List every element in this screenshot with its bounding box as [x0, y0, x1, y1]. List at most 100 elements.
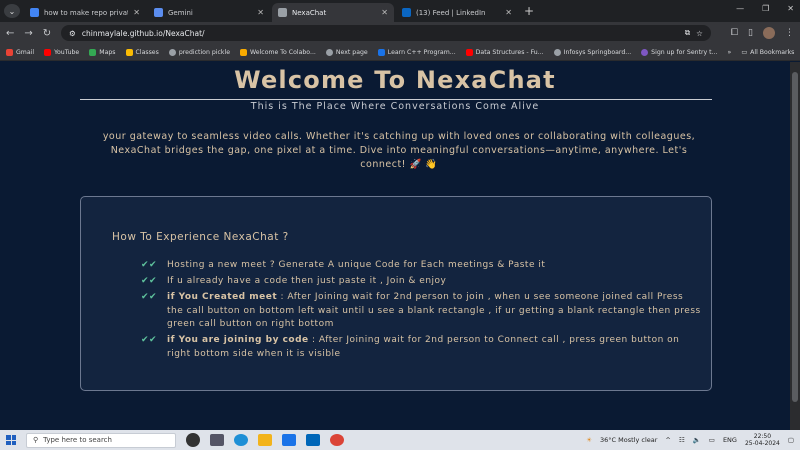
bookmark-colab[interactable]: Welcome To Colabo...	[240, 48, 316, 56]
list-item: ✔✔ Hosting a new meet ? Generate A uniqu…	[141, 259, 701, 273]
vscode-icon[interactable]	[306, 434, 320, 446]
bookmark-data-structures[interactable]: Data Structures - Fu...	[465, 48, 544, 56]
list-item: ✔✔ If u already have a code then just pa…	[141, 275, 701, 289]
bookmark-infosys[interactable]: Infosys Springboard...	[553, 48, 631, 56]
network-icon[interactable]: ☷	[679, 436, 685, 444]
weather-text[interactable]: 36°C Mostly clear	[600, 436, 657, 444]
card-title: How To Experience NexaChat ?	[112, 231, 289, 243]
bookmarks-bar: Gmail YouTube Maps Classes prediction pi…	[0, 44, 800, 61]
window-controls: — ❐ ✕	[736, 4, 794, 13]
restore-icon[interactable]: ❐	[762, 4, 769, 13]
file-explorer-icon[interactable]	[258, 434, 272, 446]
close-tab-icon[interactable]: ✕	[133, 8, 140, 17]
url-text: chinmaylale.github.io/NexaChat/	[81, 28, 205, 38]
globe-icon	[325, 48, 333, 56]
show-hidden-icon[interactable]: ^	[665, 436, 670, 444]
bookmark-gmail[interactable]: Gmail	[6, 48, 34, 56]
bookmark-star-icon[interactable]: ☆	[696, 29, 703, 38]
date: 25-04-2024	[744, 440, 780, 447]
title-divider	[80, 99, 712, 100]
reload-icon[interactable]: ↻	[43, 28, 51, 39]
page-content: Welcome To NexaChat This is The Place Wh…	[0, 62, 790, 430]
all-bookmarks-label: All Bookmarks	[750, 48, 795, 56]
battery-icon[interactable]: ▭	[709, 436, 715, 444]
bookmark-next-page[interactable]: Next page	[325, 48, 368, 56]
double-check-icon: ✔✔	[141, 276, 158, 286]
tab-title: how to make repo private in gi	[44, 8, 128, 17]
page-favicon-icon	[278, 8, 287, 17]
new-tab-icon[interactable]: +	[524, 4, 534, 18]
task-view-icon[interactable]	[210, 434, 224, 446]
step-text: Hosting a new meet ? Generate A unique C…	[167, 260, 546, 270]
maps-icon	[89, 48, 97, 56]
bookmark-classes[interactable]: Classes	[125, 48, 159, 56]
profile-avatar[interactable]	[763, 27, 775, 39]
colab-icon	[240, 48, 248, 56]
weather-icon[interactable]: ☀	[586, 436, 592, 444]
scroll-thumb[interactable]	[792, 72, 798, 402]
step-text: If u already have a code then just paste…	[167, 276, 447, 286]
gmail-icon	[6, 48, 13, 56]
bookmark-label: YouTube	[54, 48, 80, 56]
globe-icon	[168, 48, 176, 56]
windows-start-icon[interactable]	[6, 435, 16, 445]
close-window-icon[interactable]: ✕	[787, 4, 794, 13]
menu-icon[interactable]: ⋮	[785, 28, 794, 38]
bookmark-maps[interactable]: Maps	[89, 48, 116, 56]
search-placeholder: Type here to search	[43, 436, 112, 444]
taskbar-search-input[interactable]: ⚲ Type here to search	[26, 432, 176, 448]
steps-list: ✔✔ Hosting a new meet ? Generate A uniqu…	[141, 259, 701, 364]
bookmark-sentry[interactable]: Sign up for Sentry t...	[641, 48, 718, 56]
bookmark-label: prediction pickle	[178, 48, 231, 56]
classroom-icon	[125, 48, 133, 56]
double-check-icon: ✔✔	[141, 260, 158, 270]
bookmark-learn-cpp[interactable]: Learn C++ Program...	[377, 48, 456, 56]
windows-taskbar: ⚲ Type here to search ☀ 36°C Mostly clea…	[0, 430, 800, 450]
close-tab-icon[interactable]: ✕	[505, 8, 512, 17]
site-info-icon[interactable]: ⚙	[69, 29, 76, 38]
notifications-icon[interactable]: ▢	[788, 436, 794, 444]
tab-title: (13) Feed | LinkedIn	[416, 8, 486, 17]
sidepanel-icon[interactable]: ▯	[748, 28, 753, 38]
install-icon[interactable]: ⧉	[685, 28, 690, 38]
page-scrollbar[interactable]	[790, 62, 800, 430]
double-check-icon: ✔✔	[141, 335, 158, 345]
clock[interactable]: 22:50 25-04-2024	[745, 433, 780, 448]
all-bookmarks[interactable]: ▭ All Bookmarks	[741, 49, 794, 56]
step-bold: if You are joining by code	[167, 335, 309, 345]
bookmark-label: Welcome To Colabo...	[250, 48, 316, 56]
bookmark-youtube[interactable]: YouTube	[44, 48, 80, 56]
edge-icon[interactable]	[234, 434, 248, 446]
bookmark-prediction[interactable]: prediction pickle	[168, 48, 231, 56]
youtube-icon	[44, 48, 52, 56]
close-tab-icon[interactable]: ✕	[381, 8, 388, 17]
tab-search-icon[interactable]: ⌄	[4, 4, 20, 18]
system-tray: ☀ 36°C Mostly clear ^ ☷ 🔈 ▭ ENG 22:50 25…	[586, 433, 794, 448]
sentry-icon	[641, 48, 649, 56]
browser-toolbar: ← → ↻ ⚙ chinmaylale.github.io/NexaChat/ …	[0, 22, 800, 44]
page-subtitle: This is The Place Where Conversations Co…	[250, 101, 540, 112]
time: 22:50	[753, 432, 772, 440]
close-tab-icon[interactable]: ✕	[257, 8, 264, 17]
bookmark-label: Data Structures - Fu...	[475, 48, 544, 56]
extensions-icon[interactable]: ⧠	[731, 28, 738, 38]
address-bar[interactable]: ⚙ chinmaylale.github.io/NexaChat/ ⧉ ☆	[61, 25, 711, 41]
tab-3[interactable]: (13) Feed | LinkedIn ✕	[396, 3, 518, 22]
tab-0[interactable]: how to make repo private in gi ✕	[24, 3, 146, 22]
tab-2[interactable]: NexaChat ✕	[272, 3, 394, 22]
search-icon: ⚲	[33, 436, 39, 444]
cortana-icon[interactable]	[186, 433, 200, 447]
volume-icon[interactable]: 🔈	[693, 436, 701, 444]
bookmark-label: Classes	[135, 48, 159, 56]
more-bookmarks-icon[interactable]: »	[728, 49, 732, 56]
forward-icon[interactable]: →	[24, 28, 32, 39]
language-indicator[interactable]: ENG	[723, 436, 737, 444]
mail-icon[interactable]	[282, 434, 296, 446]
back-icon[interactable]: ←	[6, 28, 14, 39]
page-title: Welcome To NexaChat	[234, 66, 556, 94]
cpp-icon	[377, 48, 385, 56]
tab-strip: ⌄ how to make repo private in gi ✕ Gemin…	[0, 0, 800, 22]
tab-1[interactable]: Gemini ✕	[148, 3, 270, 22]
chrome-icon[interactable]	[330, 434, 344, 446]
minimize-icon[interactable]: —	[736, 4, 744, 13]
